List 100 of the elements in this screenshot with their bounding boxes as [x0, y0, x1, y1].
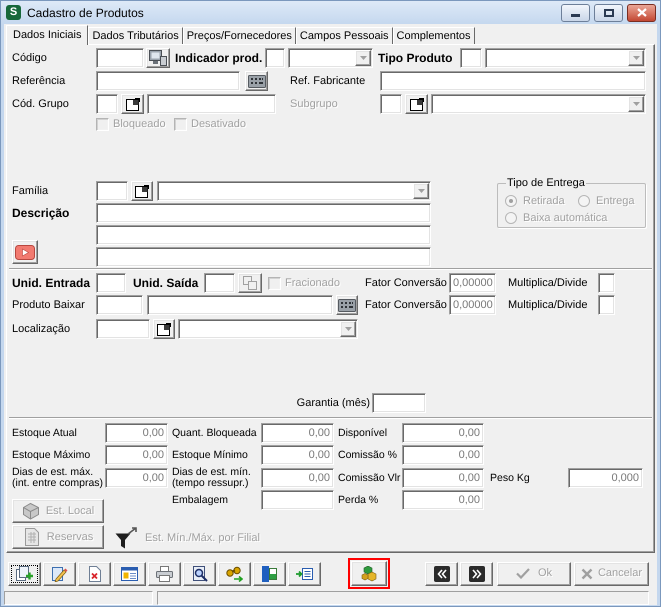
field-label: Localização — [12, 322, 70, 337]
form-icon — [121, 566, 138, 580]
input-field[interactable] — [380, 71, 646, 91]
window-icon — [126, 98, 140, 110]
toolbar-button[interactable] — [288, 562, 321, 586]
checkbox-label: Desativado — [191, 117, 246, 132]
checkbox-label: Fracionado — [285, 276, 340, 291]
field-label: Dias de est. mín. (tempo ressupr.) — [172, 467, 252, 489]
input-field[interactable] — [96, 203, 431, 223]
input-field[interactable] — [380, 94, 402, 114]
input-field[interactable] — [598, 295, 615, 315]
caret-icon — [413, 183, 429, 199]
arrow-card-icon — [296, 568, 313, 580]
input-field[interactable] — [96, 247, 431, 267]
caret-icon — [340, 321, 356, 337]
field-label: Disponível — [338, 428, 388, 438]
field-label: Unid. Entrada — [12, 275, 90, 292]
toolbar-button[interactable] — [253, 562, 286, 586]
input-field[interactable] — [147, 94, 276, 114]
input-field[interactable] — [460, 48, 482, 68]
field-label: Peso Kg — [490, 472, 530, 484]
lookup-button[interactable] — [405, 94, 428, 114]
input-field[interactable] — [96, 48, 144, 68]
tab[interactable]: Preços/Fornecedores — [182, 27, 296, 44]
check-icon — [516, 568, 530, 579]
toolbar-button[interactable] — [183, 562, 216, 586]
caret-icon — [628, 50, 644, 66]
input-field[interactable] — [96, 273, 126, 293]
group-title: Tipo de Entrega — [506, 177, 586, 190]
funnel-icon — [115, 527, 139, 549]
field-label: Estoque Máximo — [12, 450, 90, 460]
lookup-button[interactable] — [336, 295, 358, 315]
computer-icon — [149, 50, 167, 66]
lookup-button[interactable] — [121, 94, 144, 114]
dropdown[interactable] — [431, 94, 646, 114]
input-field[interactable] — [96, 94, 118, 114]
dropdown[interactable] — [288, 48, 373, 68]
input-field[interactable] — [204, 273, 235, 293]
add-document-icon — [16, 566, 33, 582]
lookup-button[interactable] — [245, 71, 268, 91]
play-button[interactable] — [12, 240, 38, 264]
document-icon — [22, 528, 41, 546]
toolbar-button[interactable] — [218, 562, 251, 586]
minimize-icon — [571, 14, 580, 16]
input-field[interactable] — [372, 393, 426, 413]
cross-icon — [580, 568, 593, 580]
window-title: Cadastro de Produtos — [27, 4, 144, 22]
tab[interactable]: Complementos — [392, 27, 475, 44]
tab[interactable]: Campos Pessoais — [296, 27, 393, 44]
window-icon — [157, 322, 171, 336]
window-icon — [135, 184, 149, 198]
field-label: Subgrupo — [290, 96, 338, 112]
maximize-button[interactable] — [594, 4, 623, 22]
edit-icon — [51, 566, 68, 582]
previous-button[interactable] — [425, 562, 458, 586]
field-label: Quant. Bloqueada — [172, 428, 257, 438]
field-label: Fator Conversão — [365, 276, 447, 291]
next-button[interactable] — [460, 562, 493, 586]
dropdown[interactable] — [178, 319, 358, 339]
minimize-button[interactable] — [561, 4, 590, 22]
dropdown[interactable] — [157, 181, 431, 201]
field-label: Família — [12, 184, 48, 199]
input-field[interactable] — [96, 181, 128, 201]
lookup-button[interactable] — [146, 48, 170, 68]
close-button[interactable] — [627, 4, 656, 22]
field-label: Multiplica/Divide — [508, 298, 588, 313]
field-label: Estoque Atual — [12, 428, 77, 438]
lookup-button[interactable] — [153, 319, 175, 339]
tab[interactable]: Dados Tributários — [88, 27, 183, 44]
circles-arrow-icon — [226, 566, 243, 582]
input-field[interactable] — [96, 225, 431, 245]
field-label: Tipo Produto — [378, 50, 452, 67]
input-field[interactable] — [96, 71, 240, 91]
field-label: Indicador prod. — [175, 50, 262, 67]
field-label: Multiplica/Divide — [508, 276, 588, 291]
input-field[interactable] — [261, 490, 334, 510]
double-left-icon — [434, 566, 450, 582]
radio-label: Retirada — [523, 194, 565, 209]
tab[interactable]: Dados Iniciais — [6, 25, 88, 45]
input-field[interactable] — [147, 295, 333, 315]
split-panel-icon — [262, 566, 277, 582]
double-right-icon — [468, 566, 484, 582]
input-field[interactable] — [96, 295, 143, 315]
field-label: Unid. Saída — [133, 275, 198, 292]
field-label: Cód. Grupo — [12, 96, 69, 112]
field-label: Código — [12, 50, 47, 66]
input-field[interactable] — [265, 48, 285, 68]
field-label: Estoque Mínimo — [172, 450, 248, 460]
toolbar-button[interactable] — [8, 562, 41, 586]
box-icon — [22, 502, 40, 520]
lookup-button[interactable] — [131, 181, 153, 201]
field-label: Comissão % — [338, 450, 397, 460]
dropdown[interactable] — [485, 48, 646, 68]
document-search-icon — [192, 566, 208, 582]
window-icon — [410, 98, 424, 110]
input-field[interactable] — [598, 273, 615, 293]
keypad-icon — [248, 74, 266, 88]
field-label: Perda % — [338, 494, 378, 506]
toolbar-button[interactable] — [113, 562, 146, 586]
input-field[interactable] — [96, 319, 150, 339]
